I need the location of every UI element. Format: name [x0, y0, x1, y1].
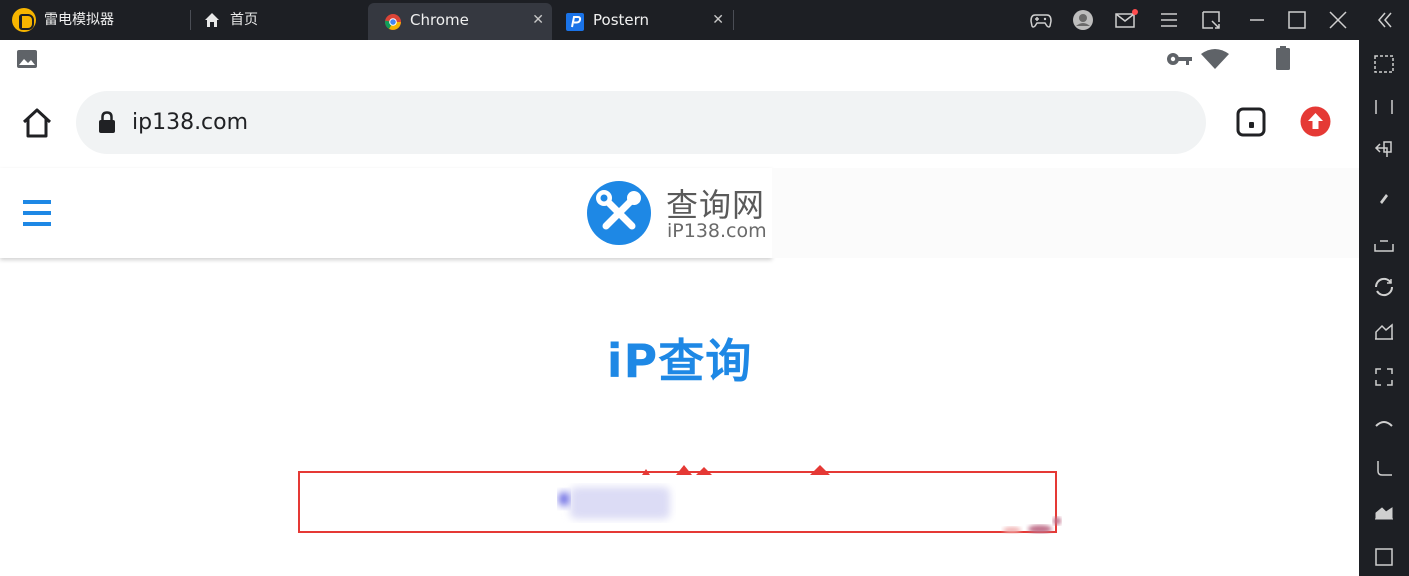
menu-icon[interactable]	[1157, 8, 1181, 32]
address-bar[interactable]: ip138.com	[76, 91, 1206, 154]
tab-postern-close-icon[interactable]: ✕	[712, 3, 724, 38]
minimize-icon[interactable]	[1245, 8, 1269, 32]
tab-postern[interactable]: Postern ✕	[552, 3, 732, 40]
redacted-corner-blur	[1003, 517, 1061, 533]
chrome-toolbar: ip138.com	[0, 78, 1359, 168]
titlebar-divider	[190, 10, 191, 30]
site-header: 查询网 iP138.com	[0, 168, 772, 258]
home-icon[interactable]	[20, 106, 54, 140]
hamburger-menu-icon[interactable]	[23, 198, 51, 228]
gamepad-icon[interactable]	[1029, 8, 1053, 32]
emulator-titlebar: 雷电模拟器 首页 Chrome ✕ Postern ✕	[0, 0, 1409, 40]
tab-postern-label: Postern	[593, 11, 650, 29]
keyboard-mapping-icon[interactable]	[1372, 232, 1396, 256]
brush-icon[interactable]	[1372, 186, 1396, 210]
home-icon	[205, 13, 219, 27]
collapse-sidebar-icon[interactable]	[1373, 8, 1397, 32]
redacted-ip-blur	[559, 487, 670, 519]
window-mode-icon[interactable]	[1199, 8, 1223, 32]
maximize-icon[interactable]	[1285, 8, 1309, 32]
shake-icon[interactable]	[1372, 320, 1396, 344]
android-status-bar	[0, 40, 1359, 78]
close-icon[interactable]	[1326, 8, 1350, 32]
vpn-key-icon	[1167, 53, 1192, 65]
multi-window-icon[interactable]	[1372, 95, 1396, 119]
chrome-icon	[384, 14, 401, 30]
battery-icon	[1276, 46, 1290, 70]
titlebar-divider	[733, 10, 734, 30]
tab-switcher-icon[interactable]	[1235, 106, 1267, 138]
emulator-logo-icon	[12, 8, 36, 32]
rotate-icon[interactable]	[1372, 138, 1396, 162]
sync-icon[interactable]	[1372, 275, 1396, 299]
recent-apps-icon[interactable]	[1372, 500, 1396, 524]
header-extension	[772, 168, 1359, 258]
postern-icon	[566, 13, 584, 31]
ip-result-box	[298, 471, 1057, 533]
tab-home[interactable]: 首页	[198, 0, 368, 40]
tab-home-label: 首页	[230, 12, 258, 28]
lock-icon	[99, 111, 115, 133]
wifi-icon	[1201, 49, 1229, 69]
emulator-window: 雷电模拟器 首页 Chrome ✕ Postern ✕ ip138.com 查询…	[0, 0, 1409, 576]
android-screen: ip138.com 查询网 iP138.com iP查询	[0, 40, 1359, 576]
tab-chrome-label: Chrome	[410, 11, 469, 29]
back-icon[interactable]	[1372, 412, 1396, 436]
update-icon[interactable]	[1299, 105, 1332, 138]
emulator-app-name: 雷电模拟器	[44, 12, 114, 28]
wrench-logo-icon	[587, 181, 651, 245]
screenshot-area-icon[interactable]	[1372, 52, 1396, 76]
page-title: iP查询	[606, 334, 753, 388]
emulator-sidebar	[1359, 40, 1409, 576]
tab-chrome-close-icon[interactable]: ✕	[532, 3, 544, 38]
site-logo-en: iP138.com	[667, 220, 767, 242]
mail-icon[interactable]	[1114, 8, 1138, 32]
more-options-icon[interactable]	[1372, 545, 1396, 569]
fullscreen-icon[interactable]	[1372, 365, 1396, 389]
home-nav-icon[interactable]	[1372, 455, 1396, 479]
address-url[interactable]: ip138.com	[132, 91, 248, 154]
tab-chrome[interactable]: Chrome ✕	[368, 3, 552, 40]
gallery-icon	[17, 50, 37, 68]
user-avatar-icon[interactable]	[1071, 8, 1095, 32]
